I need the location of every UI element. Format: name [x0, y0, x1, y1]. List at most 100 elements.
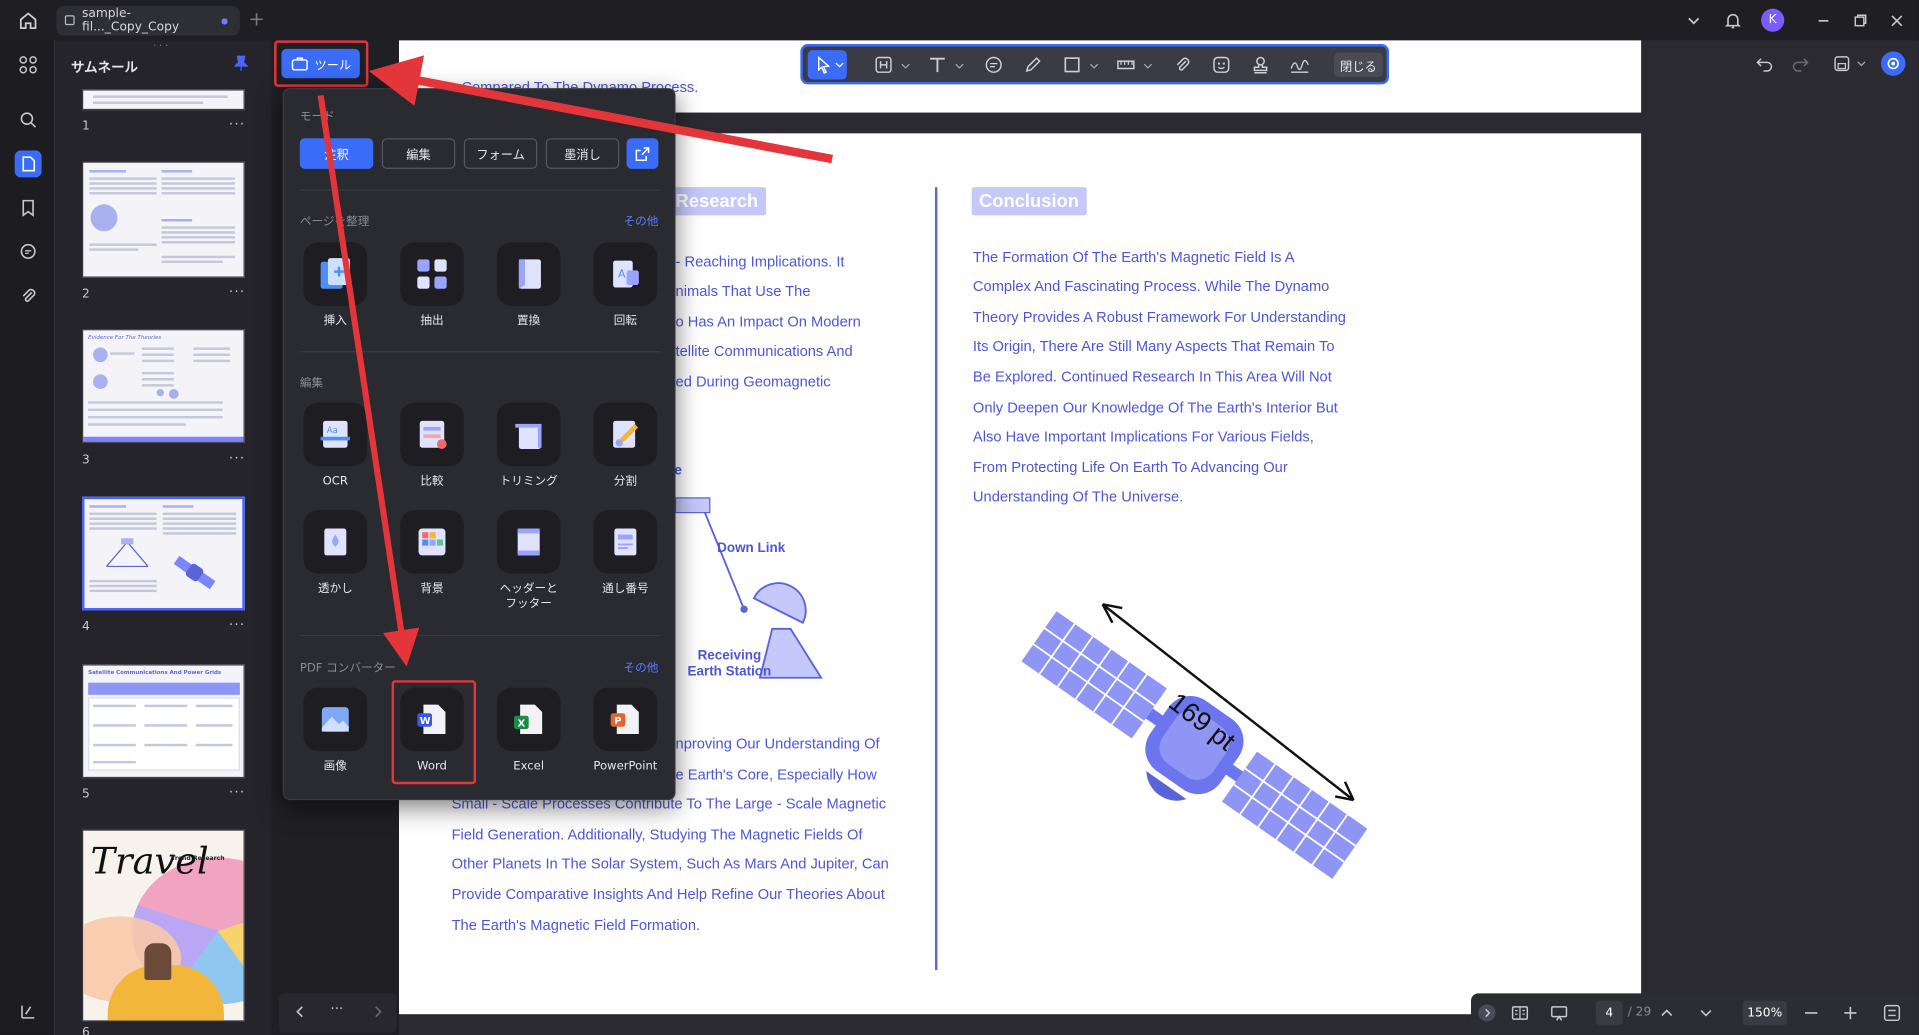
insert-tool[interactable]: 挿入 — [296, 242, 374, 329]
stamp-tool-icon[interactable] — [1251, 55, 1271, 75]
background-icon — [400, 510, 464, 574]
crop-tool-label: トリミング — [499, 474, 558, 489]
presentation-icon[interactable] — [1549, 1003, 1569, 1023]
page-thumbnail-6[interactable]: Travel Trend Research — [81, 829, 245, 1022]
mode-annotate-button[interactable]: 注釈 — [299, 138, 374, 169]
current-page-input[interactable]: 4 — [1595, 1000, 1623, 1026]
shape-tool-icon[interactable] — [1062, 55, 1082, 75]
mode-edit-button[interactable]: 編集 — [381, 138, 456, 169]
rotate-tool[interactable]: A 回転 — [586, 242, 664, 329]
save-icon[interactable] — [1832, 54, 1852, 74]
insert-tool-label: 挿入 — [323, 314, 347, 328]
pin-icon[interactable] — [233, 55, 249, 72]
minimize-icon[interactable] — [1814, 11, 1834, 31]
more-options-button[interactable]: ··· — [330, 1001, 343, 1017]
page-layout-icon[interactable] — [1510, 1003, 1530, 1023]
restore-icon[interactable] — [1850, 11, 1870, 31]
page-thumbnail-3[interactable]: Evidence For The Theories — [81, 329, 245, 443]
zoom-out-icon[interactable] — [1801, 1003, 1821, 1023]
mode-form-button[interactable]: フォーム — [463, 138, 538, 169]
replace-tool-label: 置換 — [517, 314, 541, 328]
measure-tool-icon[interactable] — [1116, 55, 1136, 75]
page-thumbnail-2[interactable] — [81, 161, 245, 278]
replace-tool[interactable]: 置換 — [490, 242, 568, 329]
zoom-level[interactable]: 150% — [1742, 1000, 1787, 1026]
page-thumbnail-5[interactable]: Satellite Communications And Power Grids — [81, 664, 245, 779]
mode-redact-button[interactable]: 墨消し — [545, 138, 620, 169]
comment-icon[interactable] — [15, 239, 42, 266]
extract-tool[interactable]: 抽出 — [393, 242, 471, 329]
undo-icon[interactable] — [1755, 54, 1775, 74]
text-tool-icon[interactable] — [928, 55, 948, 75]
sticker-tool-icon[interactable] — [1212, 55, 1232, 75]
convert-image-tool[interactable]: 画像 — [296, 687, 374, 775]
signature-tool-icon[interactable] — [1290, 55, 1310, 75]
chevron-down-icon[interactable] — [901, 61, 911, 71]
header-footer-icon — [496, 510, 561, 574]
pencil-tool-icon[interactable] — [1023, 55, 1043, 75]
dropdown-chevron-icon[interactable] — [1684, 11, 1704, 31]
thumbnail-more-button[interactable]: ··· — [229, 617, 246, 633]
highlight-tool-icon[interactable] — [874, 55, 894, 75]
organize-more-link[interactable]: その他 — [624, 212, 659, 228]
attachment-icon[interactable] — [15, 283, 42, 310]
chevron-down-icon[interactable] — [1089, 61, 1099, 71]
previous-icon[interactable] — [291, 1003, 308, 1020]
sidebar-toggle-icon[interactable] — [15, 998, 42, 1025]
header-footer-tool[interactable]: ヘッダーと フッター — [490, 510, 568, 612]
bates-number-tool[interactable]: 通し番号 — [586, 510, 664, 597]
watermark-tool[interactable]: 透かし — [296, 510, 374, 597]
ai-assistant-icon[interactable] — [1880, 51, 1906, 76]
crop-tool[interactable]: トリミング — [490, 402, 568, 489]
attachment-tool-icon[interactable] — [1172, 55, 1192, 75]
previous-page-icon[interactable] — [1657, 1003, 1677, 1023]
redo-icon[interactable] — [1790, 54, 1810, 74]
close-toolbar-button[interactable]: 閉じる — [1333, 52, 1383, 78]
doc-text-line: The Formation Of The Earth's Magnetic Fi… — [972, 248, 1295, 266]
convert-excel-tool[interactable]: X Excel — [490, 687, 568, 775]
divider — [299, 634, 661, 637]
page-thumbnail-4[interactable] — [81, 496, 245, 611]
home-icon[interactable] — [17, 10, 39, 32]
user-avatar[interactable]: K — [1761, 8, 1785, 32]
zoom-in-icon[interactable] — [1841, 1003, 1861, 1023]
bates-number-tool-label: 通し番号 — [602, 582, 649, 596]
doc-text-line: Complex And Fascinating Process. While T… — [972, 277, 1330, 295]
ocr-tool[interactable]: Aa OCR — [296, 402, 374, 489]
compare-tool[interactable]: 比較 — [393, 402, 471, 489]
replace-pages-icon — [496, 242, 561, 306]
close-window-icon[interactable] — [1887, 11, 1907, 31]
search-icon[interactable] — [15, 106, 42, 133]
tools-button[interactable]: ツール — [281, 48, 360, 79]
drag-handle[interactable]: ··· — [153, 40, 171, 52]
document-tab[interactable]: sample-fil..._Copy_Copy — [56, 6, 240, 36]
thumbnail-more-button[interactable]: ··· — [229, 450, 246, 466]
doc-text-line: ed During Geomagnetic — [675, 373, 831, 391]
thumbnail-more-button[interactable]: ··· — [229, 284, 246, 300]
doc-text-line: Other Planets In The Solar System, Such … — [451, 855, 889, 873]
convert-powerpoint-tool[interactable]: P PowerPoint — [586, 687, 664, 775]
chevron-down-icon[interactable] — [1857, 59, 1867, 69]
doc-text-line: nimals That Use The — [675, 282, 811, 300]
fit-page-icon[interactable] — [1882, 1003, 1902, 1023]
select-tool-button[interactable] — [807, 50, 847, 80]
background-tool[interactable]: 背景 — [393, 510, 471, 597]
chevron-down-icon[interactable] — [1143, 61, 1153, 71]
chevron-down-icon[interactable] — [955, 61, 965, 71]
thumbnail-more-button[interactable]: ··· — [229, 784, 246, 800]
next-page-icon[interactable] — [1696, 1003, 1716, 1023]
bookmark-icon[interactable] — [15, 195, 42, 222]
grid-view-icon[interactable] — [15, 51, 42, 78]
next-icon[interactable] — [370, 1003, 387, 1020]
thumbnail-panel-icon[interactable] — [14, 150, 42, 178]
title-bar: sample-fil..._Copy_Copy + K — [0, 0, 1919, 41]
expand-bar-icon[interactable] — [1478, 1004, 1496, 1022]
new-tab-button[interactable]: + — [248, 9, 264, 30]
page-thumbnail-1[interactable] — [81, 89, 245, 111]
notification-bell-icon[interactable] — [1723, 11, 1743, 31]
thumbnail-more-button[interactable]: ··· — [229, 116, 246, 132]
converter-more-link[interactable]: その他 — [624, 658, 659, 675]
open-external-button[interactable] — [626, 138, 659, 169]
split-tool[interactable]: 分割 — [586, 402, 664, 489]
note-tool-icon[interactable] — [984, 55, 1004, 75]
